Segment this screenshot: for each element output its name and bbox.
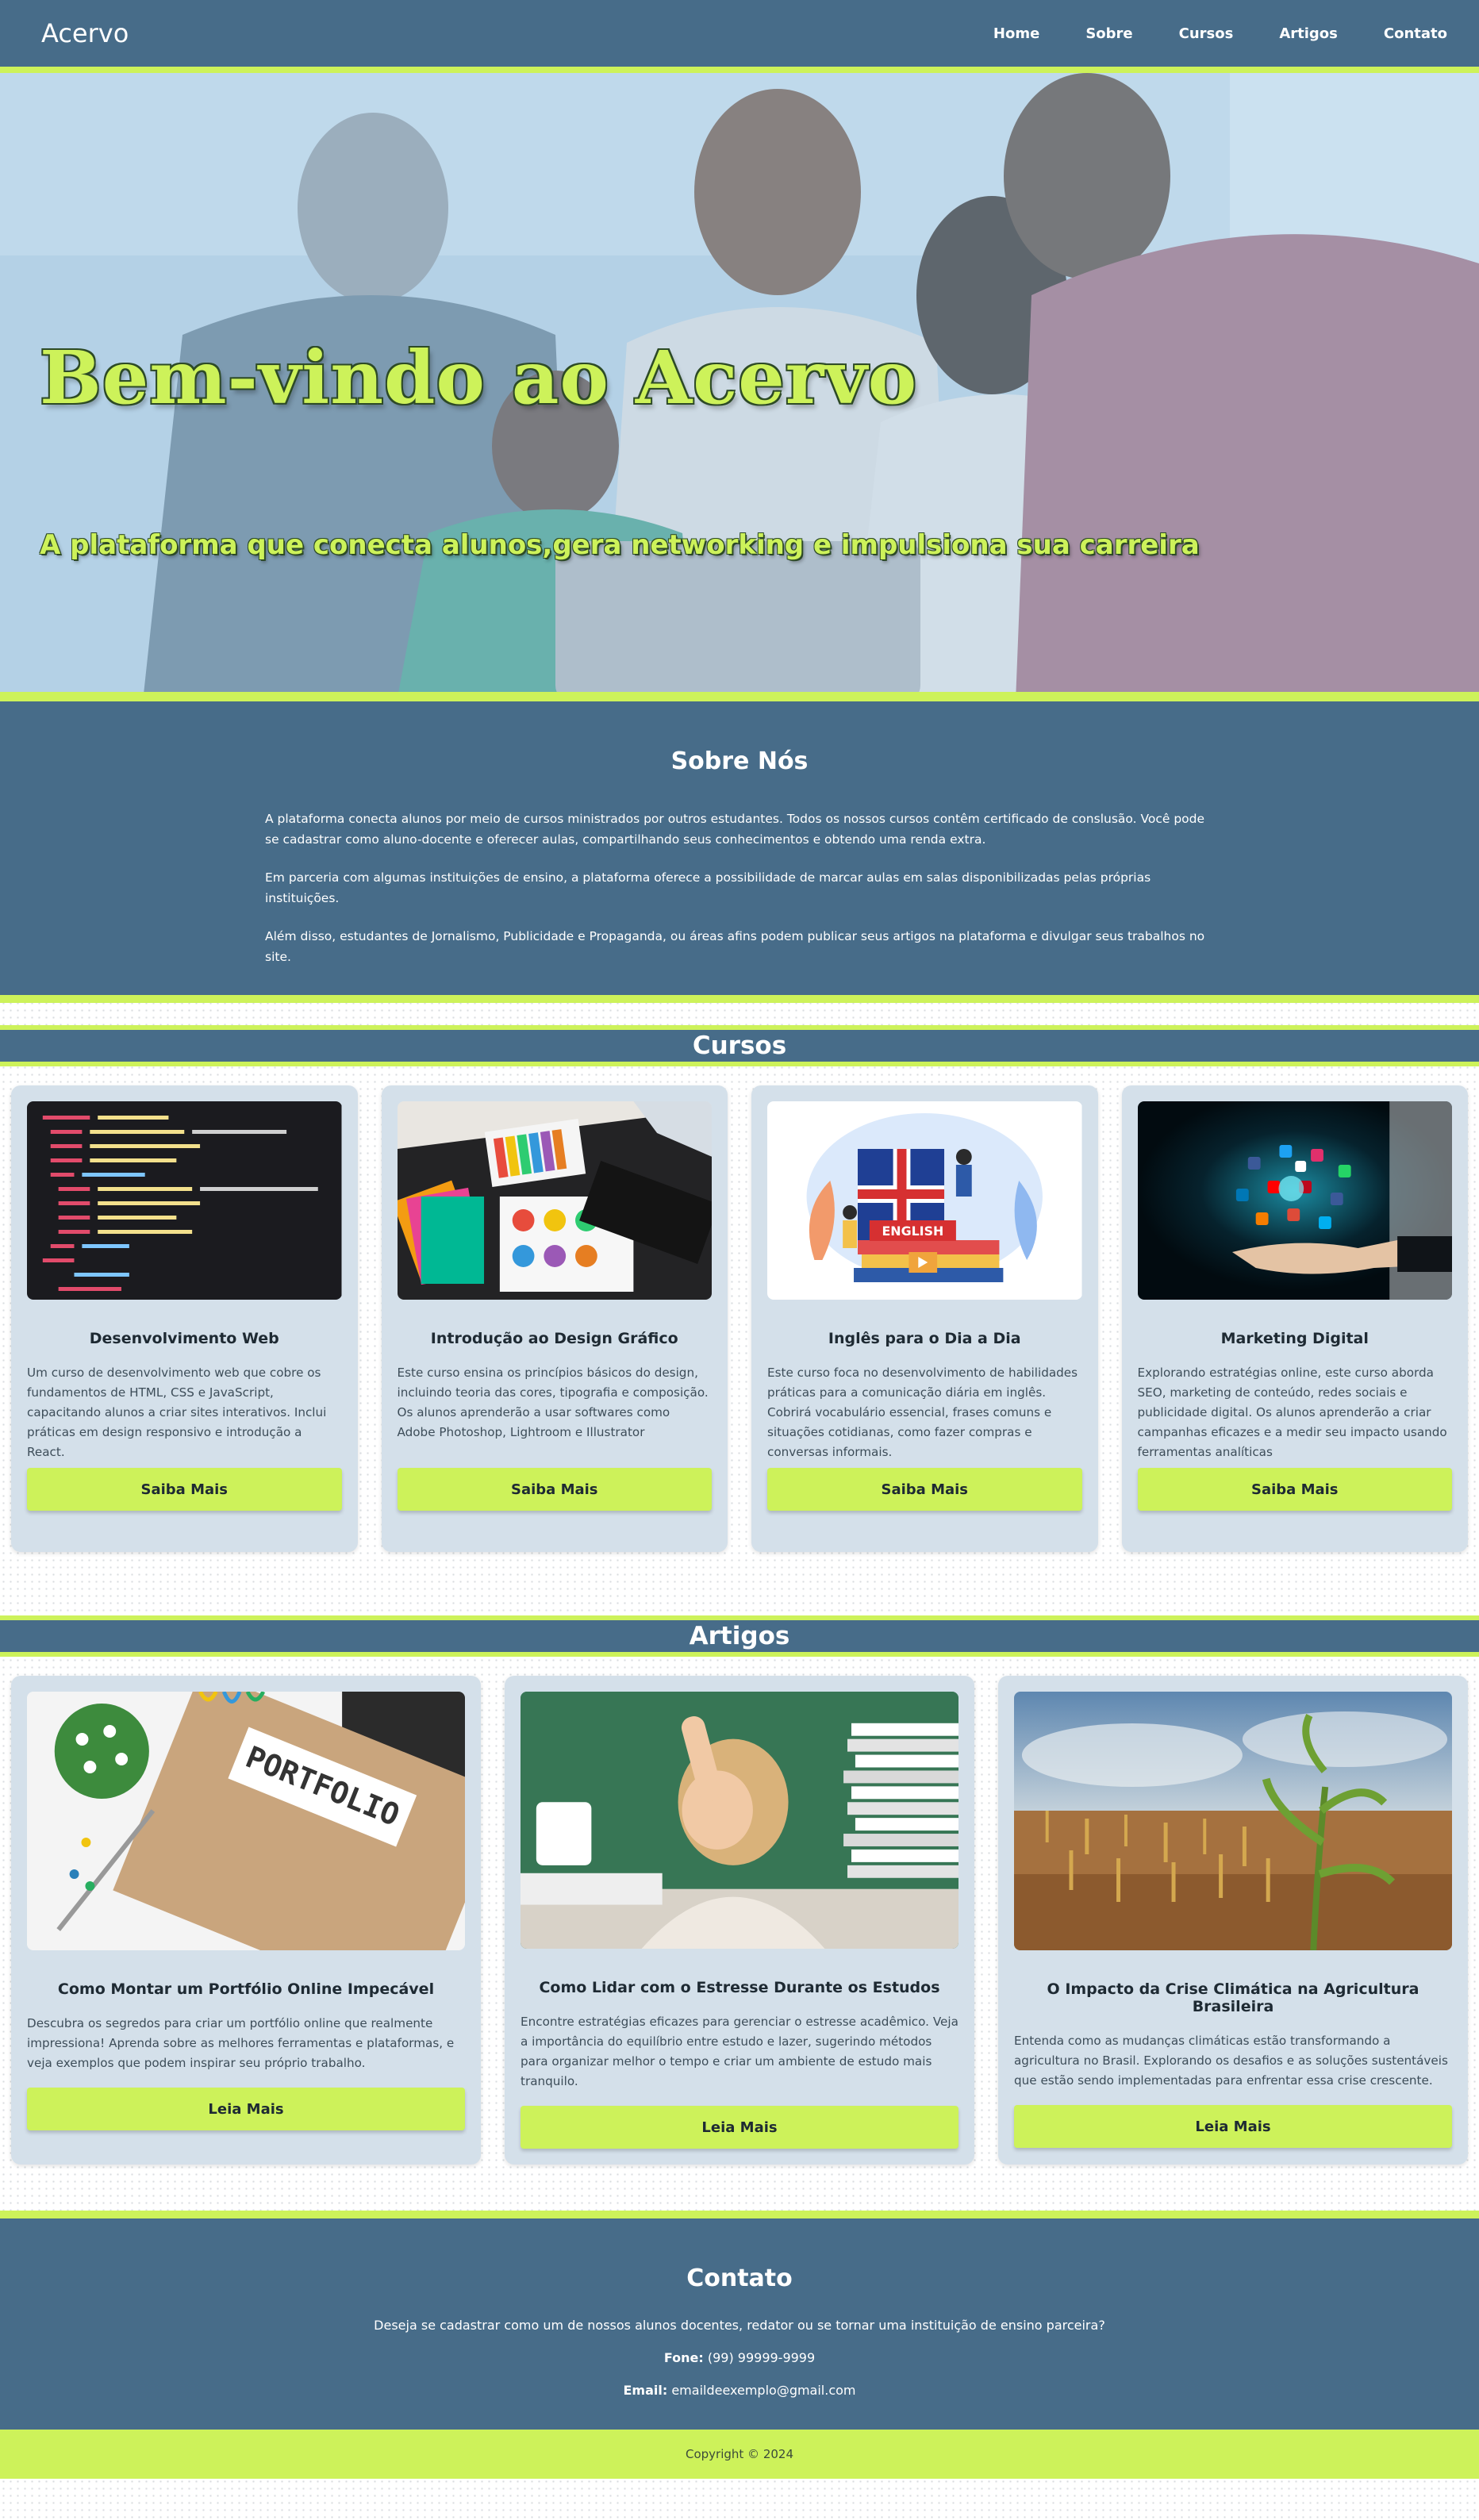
design-desk-image — [397, 1101, 712, 1300]
about-body: A plataforma conecta alunos por meio de … — [265, 809, 1214, 967]
english-book-label: ENGLISH — [882, 1224, 943, 1239]
social-media-hand-image — [1137, 1101, 1452, 1300]
email-label: Email: — [623, 2383, 668, 2398]
course-title: Marketing Digital — [1220, 1330, 1369, 1347]
hero-subtitle: A plataforma que conecta alunos,gera net… — [40, 529, 1200, 561]
nav-courses-link[interactable]: Cursos — [1179, 25, 1234, 42]
hero-section: Bem-vindo ao Acervo A plataforma que con… — [0, 73, 1479, 701]
courses-banner: Cursos — [0, 1025, 1479, 1066]
email-value[interactable]: emaildeexemplo@gmail.com — [671, 2383, 855, 2398]
course-title: Inglês para o Dia a Dia — [828, 1330, 1021, 1347]
article-title: O Impacto da Crise Climática na Agricult… — [1047, 1980, 1419, 2015]
course-card: ENGLISH Inglês para o Dia a Dia Este cur… — [751, 1085, 1098, 1552]
nav-home-link[interactable]: Home — [993, 25, 1039, 42]
brand-logo[interactable]: Acervo — [41, 18, 129, 48]
nav-contact-link[interactable]: Contato — [1384, 25, 1447, 42]
articles-banner: Artigos — [0, 1615, 1479, 1657]
articles-title: Artigos — [689, 1622, 790, 1650]
article-description: Descubra os segredos para criar um portf… — [27, 2016, 455, 2070]
leia-mais-button[interactable]: Leia Mais — [521, 2106, 958, 2149]
course-description: Explorando estratégias online, este curs… — [1137, 1366, 1447, 1459]
saiba-mais-button[interactable]: Saiba Mais — [767, 1468, 1082, 1511]
course-card: Desenvolvimento Web Um curso de desenvol… — [11, 1085, 358, 1552]
about-paragraph: Em parceria com algumas instituições de … — [265, 870, 1151, 905]
article-description: Encontre estratégias eficazes para geren… — [521, 2015, 958, 2089]
course-description: Este curso foca no desenvolvimento de ha… — [767, 1366, 1078, 1459]
course-card: Introdução ao Design Gráfico Este curso … — [381, 1085, 728, 1552]
phone-value[interactable]: (99) 99999-9999 — [708, 2350, 815, 2365]
dry-cornfield-image — [1014, 1692, 1452, 1950]
saiba-mais-button[interactable]: Saiba Mais — [27, 1468, 342, 1511]
about-title: Sobre Nós — [670, 747, 809, 775]
contact-text: Deseja se cadastrar como um de nossos al… — [374, 2318, 1105, 2333]
courses-grid: Desenvolvimento Web Um curso de desenvol… — [0, 1085, 1479, 1552]
leia-mais-button[interactable]: Leia Mais — [27, 2088, 465, 2130]
english-books-image: ENGLISH — [767, 1101, 1082, 1300]
code-screen-image — [27, 1101, 342, 1300]
main-nav: Home Sobre Cursos Artigos Contato — [993, 25, 1447, 42]
courses-title: Cursos — [692, 1031, 787, 1060]
contact-email: Email: emaildeexemplo@gmail.com — [0, 2383, 1479, 2398]
navbar: Acervo Home Sobre Cursos Artigos Contato — [0, 0, 1479, 73]
contact-phone: Fone: (99) 99999-9999 — [0, 2350, 1479, 2365]
articles-grid: PORTFOLIO Como Montar um Portfólio Onlin… — [0, 1676, 1479, 2165]
nav-articles-link[interactable]: Artigos — [1279, 25, 1338, 42]
saiba-mais-button[interactable]: Saiba Mais — [397, 1468, 712, 1511]
article-title: Como Montar um Portfólio Online Impecáve… — [57, 1980, 435, 1998]
article-card: Como Lidar com o Estresse Durante os Est… — [505, 1676, 974, 2165]
leia-mais-button[interactable]: Leia Mais — [1014, 2105, 1452, 2148]
nav-about-link[interactable]: Sobre — [1085, 25, 1132, 42]
course-description: Este curso ensina os princípios básicos … — [397, 1366, 709, 1439]
article-description: Entenda como as mudanças climáticas estã… — [1014, 2034, 1448, 2088]
article-card: O Impacto da Crise Climática na Agricult… — [998, 1676, 1468, 2165]
phone-label: Fone: — [663, 2350, 704, 2365]
copyright-text: Copyright © 2024 — [685, 2447, 793, 2461]
course-title: Desenvolvimento Web — [89, 1330, 279, 1347]
contact-title: Contato — [686, 2265, 793, 2292]
course-description: Um curso de desenvolvimento web que cobr… — [27, 1366, 327, 1459]
contact-section: Contato Deseja se cadastrar como um de n… — [0, 2211, 1479, 2430]
saiba-mais-button[interactable]: Saiba Mais — [1137, 1468, 1452, 1511]
portfolio-folder-image: PORTFOLIO — [27, 1692, 465, 1950]
about-section: Sobre Nós A plataforma conecta alunos po… — [0, 701, 1479, 1003]
article-title: Como Lidar com o Estresse Durante os Est… — [539, 1979, 940, 1997]
course-title: Introdução ao Design Gráfico — [430, 1330, 678, 1347]
footer: Copyright © 2024 — [0, 2430, 1479, 2479]
stressed-student-image — [521, 1692, 958, 1950]
about-paragraph: Além disso, estudantes de Jornalismo, Pu… — [265, 929, 1205, 964]
hero-title: Bem-vindo ao Acervo — [40, 335, 918, 421]
about-paragraph: A plataforma conecta alunos por meio de … — [265, 812, 1205, 847]
course-card: Marketing Digital Explorando estratégias… — [1121, 1085, 1468, 1552]
article-card: PORTFOLIO Como Montar um Portfólio Onlin… — [11, 1676, 481, 2165]
